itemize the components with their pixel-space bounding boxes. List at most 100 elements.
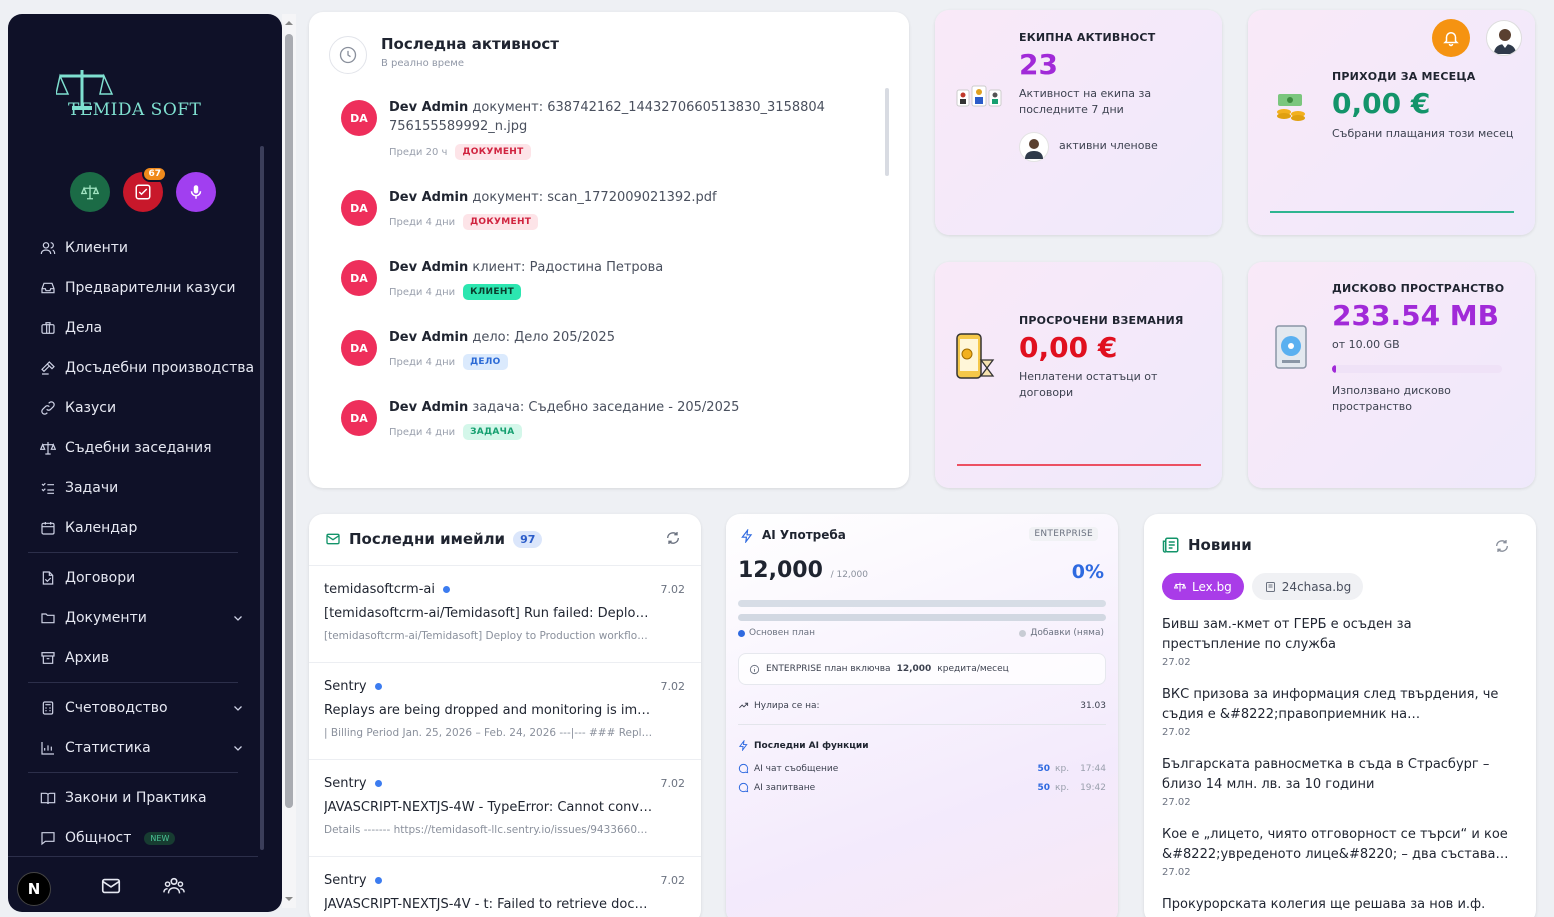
sidebar-item-statistics[interactable]: Статистика xyxy=(8,728,258,768)
disk-usage-fill xyxy=(1332,365,1336,373)
legend-main: Основен план xyxy=(738,628,815,638)
tab-24chasa[interactable]: 24chasa.bg xyxy=(1251,573,1364,600)
lightning-icon xyxy=(738,740,748,751)
ai-function-row[interactable]: AI запитване 50 кр. 19:42 xyxy=(738,782,1106,793)
unread-dot xyxy=(374,877,382,884)
scroll-up-icon[interactable] xyxy=(282,18,296,28)
activity-meta: Преди 20 ч ДОКУМЕНТ xyxy=(389,144,531,160)
email-item[interactable]: Sentry 7.02 JAVASCRIPT-NEXTJS-4W - TypeE… xyxy=(309,759,701,856)
refresh-icon[interactable] xyxy=(1494,538,1510,554)
news-headline[interactable]: Прокурорската колегия ще решава за нов и… xyxy=(1162,895,1512,915)
sidebar-item-label: Архив xyxy=(65,650,110,666)
email-item[interactable]: Sentry 7.02 Replays are being dropped an… xyxy=(309,662,701,759)
news-date: 27.02 xyxy=(1162,867,1191,878)
sidebar-item-preliminary-cases[interactable]: Предварителни казуси xyxy=(8,268,258,308)
sidebar-item-hearings[interactable]: Съдебни заседания xyxy=(8,428,258,468)
sidebar-item-matters[interactable]: Казуси xyxy=(8,388,258,428)
plan-info-unit: кредита/месец xyxy=(937,664,1009,674)
avatar: DA xyxy=(341,330,377,366)
news-headline[interactable]: ВКС призова за информация след твърдения… xyxy=(1162,685,1512,725)
notifications-button[interactable] xyxy=(1432,19,1470,57)
income-trend-line xyxy=(1270,211,1514,213)
plan-info-text: ENTERPRISE план включва xyxy=(766,664,891,674)
news-item[interactable]: Българската равносметка в съда в Страсбу… xyxy=(1162,755,1512,808)
news-item[interactable]: Бивш зам.-кмет от ГЕРБ е осъден за прест… xyxy=(1162,615,1512,668)
activity-time: Преди 4 дни xyxy=(389,216,456,228)
reset-row: Нулира се на: 31.03 xyxy=(738,700,1106,711)
phone-hourglass-icon xyxy=(956,333,995,379)
sidebar-item-community[interactable]: Общност NEW xyxy=(8,818,258,858)
disk-space-card[interactable]: ДИСКОВО ПРОСТРАНСТВО 233.54 MB от 10.00 … xyxy=(1248,262,1535,488)
news-headline[interactable]: Българската равносметка в съда в Страсбу… xyxy=(1162,755,1512,795)
chevron-down-icon[interactable] xyxy=(232,742,244,754)
hard-drive-icon xyxy=(1275,325,1307,369)
legend-dot xyxy=(1019,629,1027,637)
email-date: 7.02 xyxy=(660,680,686,693)
activity-user: Dev Admin xyxy=(389,400,469,415)
activity-user: Dev Admin xyxy=(389,190,469,205)
sidebar-item-clients[interactable]: Клиенти xyxy=(8,228,258,268)
info-icon xyxy=(749,664,760,674)
n-button[interactable]: N xyxy=(17,872,51,906)
nav-divider xyxy=(28,682,238,683)
sidebar-item-label: Съдебни заседания xyxy=(65,440,212,456)
page-scrollbar-thumb[interactable] xyxy=(285,34,293,808)
activity-meta: Преди 4 дни КЛИЕНТ xyxy=(389,284,522,300)
news-item[interactable]: Прокурорската колегия ще решава за нов и… xyxy=(1162,895,1512,915)
sidebar-scrollbar[interactable] xyxy=(260,146,264,850)
news-headline[interactable]: Бивш зам.-кмет от ГЕРБ е осъден за прест… xyxy=(1162,615,1512,655)
sidebar: TEMIDA SOFT 67 Клиенти Предварителни каз… xyxy=(8,14,282,912)
tasks-quick-button[interactable]: 67 xyxy=(123,166,167,212)
news-headline[interactable]: Кое е „лицето, чиято отговорност се търс… xyxy=(1162,825,1512,865)
activity-detail: дело: Дело 205/2025 xyxy=(472,330,615,345)
sidebar-item-contracts[interactable]: Договори xyxy=(8,558,258,598)
sidebar-item-archive[interactable]: Архив xyxy=(8,638,258,678)
overdue-receivables-card[interactable]: ПРОСРОЧЕНИ ВЗЕМАНИЯ 0,00 € Неплатени ост… xyxy=(935,262,1222,488)
tab-lex-bg[interactable]: Lex.bg xyxy=(1162,573,1244,600)
email-sender: temidasoftcrm-ai xyxy=(324,582,450,597)
sidebar-item-accounting[interactable]: Счетоводство xyxy=(8,688,258,728)
email-sender-name: Sentry xyxy=(324,776,367,791)
news-date: 27.02 xyxy=(1162,797,1191,808)
sidebar-item-label: Общност xyxy=(65,830,132,846)
voice-quick-button[interactable] xyxy=(176,172,216,212)
activity-tag: ДОКУМЕНТ xyxy=(455,144,531,160)
chevron-down-icon[interactable] xyxy=(232,612,244,624)
ai-function-row[interactable]: AI чат съобщение 50 кр. 17:44 xyxy=(738,763,1106,774)
income-desc: Събрани плащания този месец xyxy=(1332,127,1514,140)
ai-addons-bar xyxy=(738,614,1106,621)
sidebar-item-documents[interactable]: Документи xyxy=(8,598,258,638)
sidebar-item-pretrial[interactable]: Досъдебни производства xyxy=(8,348,258,388)
news-header: Новини xyxy=(1162,536,1252,554)
scroll-down-icon[interactable] xyxy=(282,894,296,904)
sidebar-item-tasks[interactable]: Задачи xyxy=(8,468,258,508)
scale-icon xyxy=(40,442,56,455)
email-sender: Sentry xyxy=(324,679,382,694)
email-preview: Details ------- https://temidasoft-llc.s… xyxy=(324,824,654,836)
refresh-icon[interactable] xyxy=(665,530,681,546)
page-scrollbar[interactable] xyxy=(282,14,296,908)
activity-scrollbar[interactable] xyxy=(885,88,889,176)
folder-icon xyxy=(41,613,55,624)
email-preview: | Billing Period Jan. 25, 2026 – Feb. 24… xyxy=(324,727,654,739)
sidebar-item-cases[interactable]: Дела xyxy=(8,308,258,348)
overdue-label: ПРОСРОЧЕНИ ВЗЕМАНИЯ xyxy=(1019,314,1184,327)
nav-divider xyxy=(28,772,238,773)
mail-icon[interactable] xyxy=(100,875,122,897)
team-activity-card[interactable]: ЕКИПНА АКТИВНОСТ 23 Активност на екипа з… xyxy=(935,10,1222,235)
income-label: ПРИХОДИ ЗА МЕСЕЦА xyxy=(1332,70,1476,83)
sidebar-item-laws[interactable]: Закони и Практика xyxy=(8,778,258,818)
team-icon[interactable] xyxy=(162,875,186,897)
sidebar-item-calendar[interactable]: Календар xyxy=(8,508,258,548)
news-item[interactable]: Кое е „лицето, чиято отговорност се търс… xyxy=(1162,825,1512,878)
user-avatar[interactable] xyxy=(1486,20,1522,56)
courts-quick-button[interactable] xyxy=(70,172,110,212)
logo[interactable]: TEMIDA SOFT xyxy=(50,64,240,134)
disk-desc: Използвано дисково пространство xyxy=(1332,384,1451,413)
news-item[interactable]: ВКС призова за информация след твърдения… xyxy=(1162,685,1512,738)
chevron-down-icon[interactable] xyxy=(232,702,244,714)
activity-text: Dev Admin документ: 638742162_1443270660… xyxy=(389,98,829,136)
email-item[interactable]: temidasoftcrm-ai 7.02 [temidasoftcrm-ai/… xyxy=(309,565,701,662)
email-item[interactable]: Sentry 7.02 JAVASCRIPT-NEXTJS-4V - t: Fa… xyxy=(309,856,701,917)
activity-tag: КЛИЕНТ xyxy=(463,284,522,300)
